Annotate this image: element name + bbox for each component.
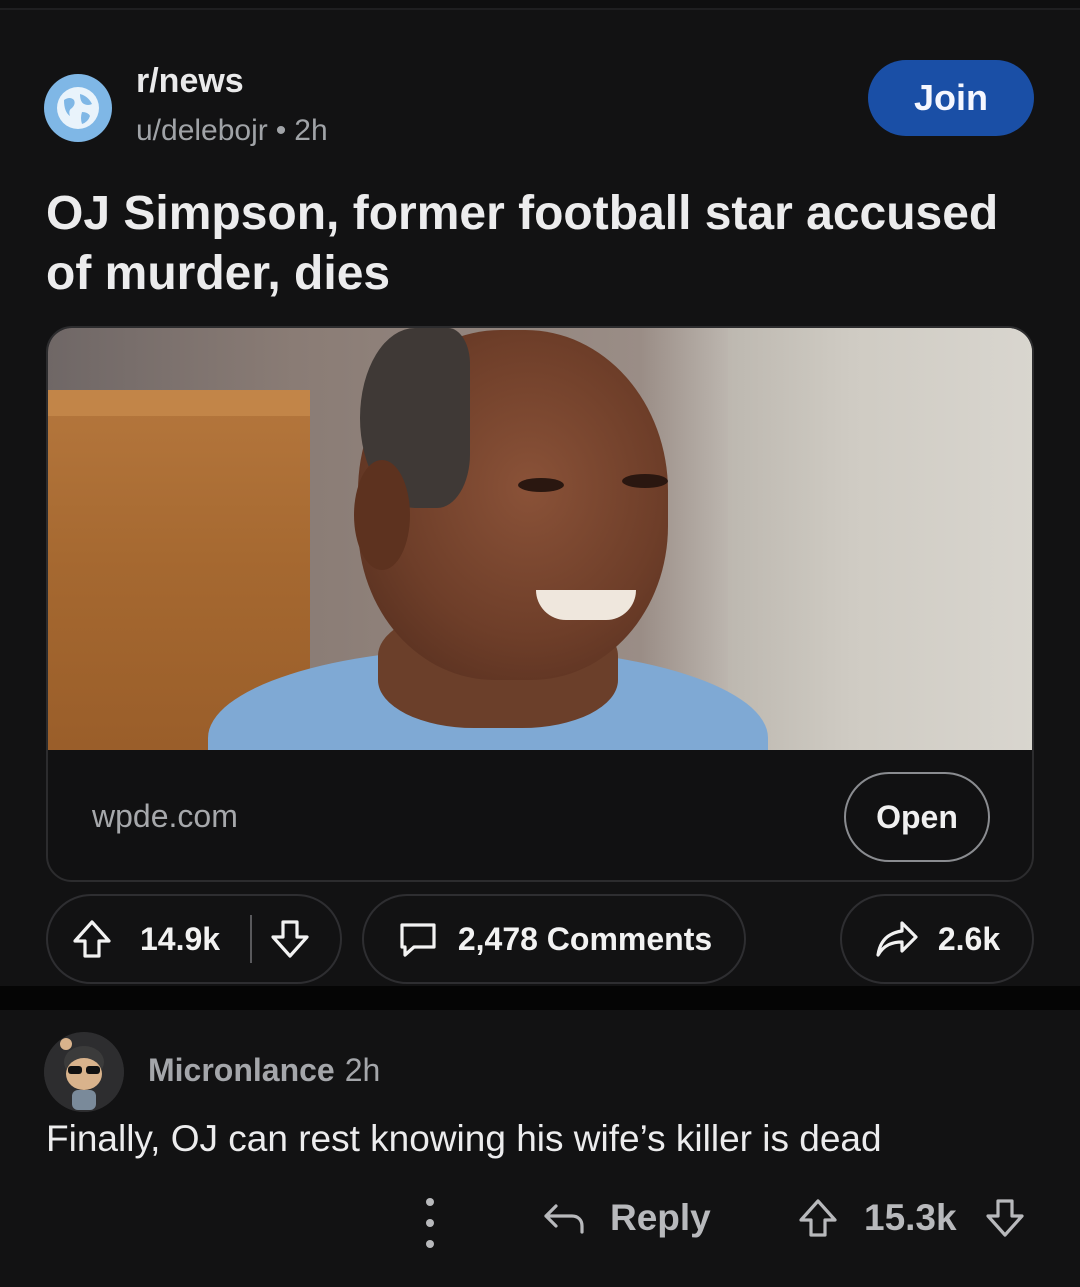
more-dot [426,1219,434,1227]
upvote-count: 14.9k [140,920,221,957]
more-icon[interactable] [410,1198,450,1248]
meta-separator: • [275,114,287,147]
subreddit-name[interactable]: r/news [136,62,244,101]
upvote-icon[interactable] [796,1196,840,1240]
share-button[interactable]: 2.6k [840,894,1034,984]
globe-icon [57,87,99,129]
comment-age: 2h [344,1052,381,1088]
post-meta: u/delebojr • 2h [136,114,328,148]
comment-icon [396,917,440,961]
thumb-smile [536,590,636,620]
comment-text: Finally, OJ can rest knowing his wife’s … [46,1118,882,1159]
thumb-cabinet-top [48,390,310,416]
reply-icon [540,1196,586,1240]
post-card[interactable]: r/news u/delebojr • 2h Join OJ Simpson, fo… [0,10,1080,986]
more-dot [426,1198,434,1206]
link-preview-card[interactable]: wpde.com Open [46,326,1034,882]
post-age: 2h [294,114,328,147]
comment-author[interactable]: Micronlance [148,1052,335,1088]
reply-label: Reply [610,1197,711,1238]
comment-votes: 15.3k [796,1196,1027,1240]
vote-separator [250,915,253,963]
thumb-eye-left [518,478,564,492]
join-button[interactable]: Join [868,60,1034,136]
link-thumbnail[interactable] [48,328,1032,750]
open-link-button[interactable]: Open [844,772,990,862]
comment-avatar[interactable] [44,1032,124,1112]
comments-label: 2,478 Comments [457,920,713,957]
thumb-wall [728,328,1032,750]
thumb-eye-right [622,474,668,488]
share-icon [874,917,920,961]
post-author[interactable]: u/delebojr [136,114,268,147]
upvote-icon[interactable] [70,917,114,961]
comment-item[interactable]: Micronlance 2h Finally, OJ can rest knowi… [0,1010,1080,1287]
more-dot [426,1240,434,1248]
downvote-icon[interactable] [983,1196,1027,1240]
subreddit-avatar[interactable] [44,74,112,142]
comment-vote-count: 15.3k [864,1197,957,1238]
section-divider [0,986,1080,1010]
link-domain: wpde.com [92,798,238,834]
downvote-icon[interactable] [268,917,312,961]
post-title[interactable]: OJ Simpson, former football star accused… [46,184,1036,304]
comment-author-line: Micronlance 2h [148,1052,380,1089]
reply-button[interactable]: Reply [540,1196,711,1240]
vote-pill: 14.9k [46,894,342,984]
share-count: 2.6k [937,920,1001,957]
comments-button[interactable]: 2,478 Comments [362,894,746,984]
thumb-ear [354,460,410,570]
